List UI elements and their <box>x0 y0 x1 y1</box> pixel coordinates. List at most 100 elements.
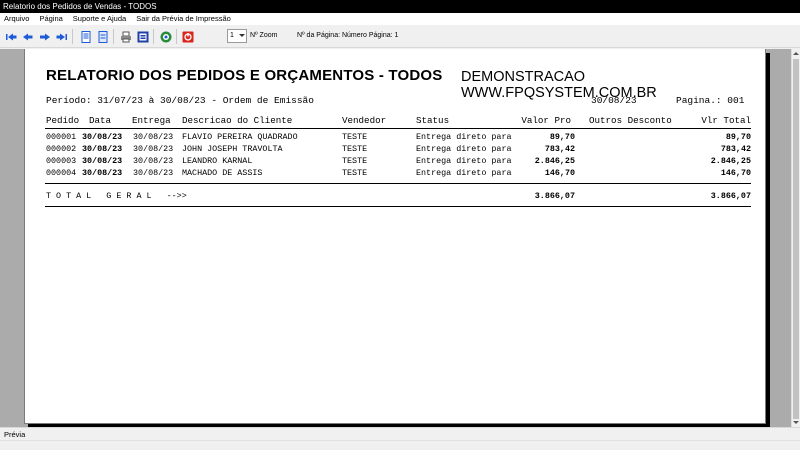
cell-entrega: 30/08/23 <box>133 168 174 178</box>
report-page: RELATORIO DOS PEDIDOS E ORÇAMENTOS - TOD… <box>24 49 766 424</box>
cell-status: Entrega direto para <box>416 168 512 178</box>
toolbar-separator <box>72 29 73 44</box>
chevron-down-icon <box>239 34 245 37</box>
cell-valor: 2.846,25 <box>534 156 575 166</box>
menu-arquivo[interactable]: Arquivo <box>0 13 34 25</box>
cell-vendedor: TESTE <box>342 132 368 142</box>
cell-cliente: MACHADO DE ASSIS <box>182 168 263 178</box>
report-date: 30/08/23 <box>591 95 637 106</box>
cell-data: 30/08/23 <box>82 156 123 166</box>
menu-bar: Arquivo Página Suporte e Ajuda Sair da P… <box>0 13 800 25</box>
cell-entrega: 30/08/23 <box>133 156 174 166</box>
preview-area: RELATORIO DOS PEDIDOS E ORÇAMENTOS - TOD… <box>0 49 791 427</box>
first-page-button[interactable] <box>4 30 17 43</box>
report-page-number: Pagina.: 001 <box>676 95 745 106</box>
col-data: Data <box>89 115 112 126</box>
table-row: 000002 30/08/23 30/08/23 JOHN JOSEPH TRA… <box>25 144 767 155</box>
cell-entrega: 30/08/23 <box>133 144 174 154</box>
export-button[interactable] <box>159 30 172 43</box>
cell-vendedor: TESTE <box>342 144 368 154</box>
close-preview-button[interactable] <box>181 30 194 43</box>
cell-total: 146,70 <box>720 168 751 178</box>
status-text: Prévia <box>4 430 26 439</box>
page-width-button[interactable] <box>96 30 109 43</box>
cell-cliente: FLAVIO PEREIRA QUADRADO <box>182 132 298 142</box>
menu-pagina[interactable]: Página <box>34 13 67 25</box>
single-page-button[interactable] <box>79 30 92 43</box>
cell-status: Entrega direto para <box>416 132 512 142</box>
cell-vendedor: TESTE <box>342 156 368 166</box>
col-status: Status <box>416 115 450 126</box>
total-row: T O T A L G E R A L -->> 3.866,07 3.866,… <box>25 191 767 202</box>
page-number-label: Nº da Página: Número Página: 1 <box>297 32 399 39</box>
print-setup-button[interactable] <box>136 30 149 43</box>
col-cliente: Descricao do Cliente <box>182 115 293 126</box>
table-row: 000004 30/08/23 30/08/23 MACHADO DE ASSI… <box>25 168 767 179</box>
col-entrega: Entrega <box>132 115 171 126</box>
total-divider-top <box>45 183 751 184</box>
toolbar-separator <box>113 29 114 44</box>
cell-valor: 89,70 <box>549 132 575 142</box>
scroll-up-icon[interactable] <box>793 52 799 55</box>
vertical-scrollbar[interactable] <box>791 49 800 427</box>
cell-total: 89,70 <box>725 132 751 142</box>
report-title: RELATORIO DOS PEDIDOS E ORÇAMENTOS - TOD… <box>46 67 443 84</box>
cell-pedido: 000004 <box>46 168 77 178</box>
cell-total: 783,42 <box>720 144 751 154</box>
cell-data: 30/08/23 <box>82 168 123 178</box>
header-divider <box>45 128 751 129</box>
close-icon <box>182 31 193 42</box>
cell-vendedor: TESTE <box>342 168 368 178</box>
col-vendedor: Vendedor <box>342 115 387 126</box>
toolbar-separator <box>153 29 154 44</box>
print-setup-icon <box>137 31 148 42</box>
page-width-icon <box>98 30 107 43</box>
menu-sair[interactable]: Sair da Prévia de Impressão <box>131 13 236 25</box>
total-label: T O T A L G E R A L -->> <box>46 191 187 201</box>
printer-icon <box>120 31 131 42</box>
window-title: Relatorio dos Pedidos de Vendas - TODOS <box>3 2 157 11</box>
cell-entrega: 30/08/23 <box>133 132 174 142</box>
previous-page-button[interactable] <box>21 30 34 43</box>
total-total: 3.866,07 <box>710 191 751 201</box>
menu-suporte[interactable]: Suporte e Ajuda <box>68 13 131 25</box>
scrollbar-thumb[interactable] <box>793 59 799 419</box>
cell-cliente: JOHN JOSEPH TRAVOLTA <box>182 144 283 154</box>
cell-data: 30/08/23 <box>82 132 123 142</box>
export-icon <box>160 31 171 42</box>
cell-valor: 783,42 <box>544 144 575 154</box>
cell-total: 2.846,25 <box>710 156 751 166</box>
table-row: 000001 30/08/23 30/08/23 FLAVIO PEREIRA … <box>25 132 767 143</box>
cell-cliente: LEANDRO KARNAL <box>182 156 253 166</box>
toolbar: 1 Nº Zoom Nº da Página: Número Página: 1 <box>0 26 800 48</box>
scroll-down-icon[interactable] <box>793 421 799 424</box>
total-divider-bottom <box>45 206 751 207</box>
previous-page-icon <box>22 33 32 40</box>
zoom-value: 1 <box>230 32 234 39</box>
col-outros: Outros Desconto <box>589 115 672 126</box>
table-header: Pedido Data Entrega Descricao do Cliente… <box>25 115 767 126</box>
cell-pedido: 000003 <box>46 156 77 166</box>
status-bar: Prévia <box>0 427 800 440</box>
report-period: Período: 31/07/23 à 30/08/23 - Ordem de … <box>46 95 314 106</box>
cell-valor: 146,70 <box>544 168 575 178</box>
cell-pedido: 000002 <box>46 144 77 154</box>
col-total: Vlr Total <box>701 115 751 126</box>
page-icon <box>81 30 90 43</box>
next-page-icon <box>39 33 50 40</box>
last-page-button[interactable] <box>55 30 68 43</box>
last-page-icon <box>56 33 67 40</box>
print-button[interactable] <box>119 30 132 43</box>
col-pedido: Pedido <box>46 115 80 126</box>
cell-pedido: 000001 <box>46 132 77 142</box>
table-row: 000003 30/08/23 30/08/23 LEANDRO KARNAL … <box>25 156 767 167</box>
col-valor: Valor Pro <box>521 115 571 126</box>
window-title-bar: Relatorio dos Pedidos de Vendas - TODOS <box>0 0 800 13</box>
total-valor: 3.866,07 <box>534 191 575 201</box>
next-page-button[interactable] <box>38 30 51 43</box>
first-page-icon <box>5 33 16 40</box>
cell-status: Entrega direto para <box>416 144 512 154</box>
bottom-strip <box>0 440 800 450</box>
zoom-label: Nº Zoom <box>250 32 278 39</box>
zoom-select[interactable]: 1 <box>227 29 247 43</box>
